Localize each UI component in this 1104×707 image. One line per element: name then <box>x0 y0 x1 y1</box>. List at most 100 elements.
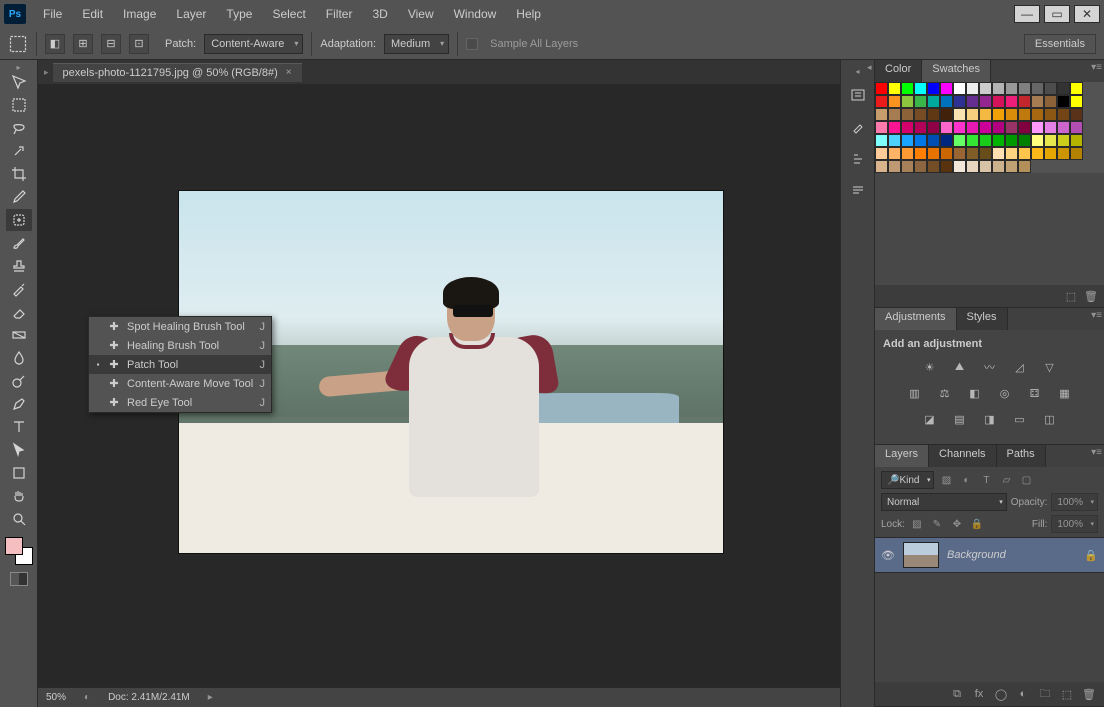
channel-mixer-icon[interactable]: ⚃ <box>1026 384 1044 402</box>
swatch[interactable] <box>966 82 979 95</box>
panel-menu-icon[interactable]: ▾≡ <box>1091 310 1102 321</box>
swatch[interactable] <box>1031 121 1044 134</box>
swatch[interactable] <box>966 147 979 160</box>
subtract-selection-icon[interactable]: ⊟ <box>101 34 121 54</box>
filter-shape-icon[interactable]: ▱ <box>998 472 1014 488</box>
swatch[interactable] <box>914 95 927 108</box>
delete-layer-icon[interactable]: 🗑 <box>1082 687 1096 701</box>
adjustments-tab[interactable]: Adjustments <box>875 308 957 330</box>
swatch[interactable] <box>1031 134 1044 147</box>
opacity-field[interactable]: 100% <box>1051 493 1098 511</box>
photo-filter-icon[interactable]: ◎ <box>996 384 1014 402</box>
workspace-switcher[interactable]: Essentials <box>1024 34 1096 54</box>
visibility-icon[interactable]: 👁 <box>881 549 895 562</box>
mask-icon[interactable]: ◯ <box>994 687 1008 701</box>
path-select-tool[interactable] <box>6 439 32 461</box>
new-layer-icon[interactable]: ⬚ <box>1060 687 1074 701</box>
vibrance-icon[interactable]: ▽ <box>1041 358 1059 376</box>
swatch[interactable] <box>1005 134 1018 147</box>
history-panel-icon[interactable] <box>847 84 869 106</box>
lock-all-icon[interactable]: 🔒 <box>969 516 985 532</box>
lasso-tool[interactable] <box>6 117 32 139</box>
swatch[interactable] <box>979 160 992 173</box>
color-picker[interactable] <box>5 537 33 565</box>
intersect-selection-icon[interactable]: ⊡ <box>129 34 149 54</box>
swatch[interactable] <box>979 147 992 160</box>
swatch[interactable] <box>914 160 927 173</box>
swatch[interactable] <box>940 160 953 173</box>
swatch[interactable] <box>1070 121 1083 134</box>
status-preview-icon[interactable]: ◐ <box>84 692 90 703</box>
swatch[interactable] <box>953 160 966 173</box>
swatch[interactable] <box>992 134 1005 147</box>
swatch[interactable] <box>966 121 979 134</box>
swatch[interactable] <box>1044 108 1057 121</box>
swatch[interactable] <box>1018 134 1031 147</box>
filter-pixel-icon[interactable]: ▧ <box>938 472 954 488</box>
exposure-icon[interactable]: ◿ <box>1011 358 1029 376</box>
swatch[interactable] <box>1005 121 1018 134</box>
selective-color-icon[interactable]: ◫ <box>1041 410 1059 428</box>
swatches-grid[interactable] <box>875 82 1104 173</box>
new-selection-icon[interactable]: ◧ <box>45 34 65 54</box>
swatch[interactable] <box>966 134 979 147</box>
layer-thumbnail[interactable] <box>903 542 939 568</box>
filter-type-icon[interactable]: T <box>978 472 994 488</box>
document-tab[interactable]: pexels-photo-1121795.jpg @ 50% (RGB/8#) … <box>53 63 302 82</box>
quick-select-tool[interactable] <box>6 140 32 162</box>
healing-tool[interactable] <box>6 209 32 231</box>
swatch[interactable] <box>875 160 888 173</box>
fill-field[interactable]: 100% <box>1051 515 1098 533</box>
swatch[interactable] <box>1044 121 1057 134</box>
hand-tool[interactable] <box>6 485 32 507</box>
swatch[interactable] <box>1031 95 1044 108</box>
patch-tool-icon[interactable] <box>8 34 28 54</box>
menu-3d[interactable]: 3D <box>363 3 396 25</box>
adjustment-layer-icon[interactable]: ◐ <box>1016 687 1030 701</box>
color-lookup-icon[interactable]: ▦ <box>1056 384 1074 402</box>
add-selection-icon[interactable]: ⊞ <box>73 34 93 54</box>
swatch[interactable] <box>1057 134 1070 147</box>
swatch[interactable] <box>940 82 953 95</box>
flyout-item[interactable]: ✚Spot Healing Brush ToolJ <box>89 317 271 336</box>
swatch[interactable] <box>875 147 888 160</box>
panel-menu-icon[interactable]: ▾≡ <box>1091 447 1102 458</box>
curves-icon[interactable]: 〰 <box>981 358 999 376</box>
flyout-item[interactable]: ✚Red Eye ToolJ <box>89 393 271 412</box>
layer-row[interactable]: 👁 Background 🔒 <box>875 537 1104 573</box>
swatch[interactable] <box>888 95 901 108</box>
swatch[interactable] <box>953 147 966 160</box>
swatch[interactable] <box>901 121 914 134</box>
move-tool[interactable] <box>6 71 32 93</box>
threshold-icon[interactable]: ◨ <box>981 410 999 428</box>
swatches-tab[interactable]: Swatches <box>922 60 991 82</box>
swatch[interactable] <box>966 160 979 173</box>
swatch[interactable] <box>875 134 888 147</box>
swatch[interactable] <box>927 134 940 147</box>
tab-collapse-icon[interactable]: ▸ <box>44 67 49 78</box>
swatch[interactable] <box>992 95 1005 108</box>
stamp-tool[interactable] <box>6 255 32 277</box>
swatch[interactable] <box>888 82 901 95</box>
swatch[interactable] <box>940 121 953 134</box>
swatch[interactable] <box>940 147 953 160</box>
swatch[interactable] <box>1057 147 1070 160</box>
swatch[interactable] <box>979 108 992 121</box>
swatch[interactable] <box>1044 147 1057 160</box>
eyedropper-tool[interactable] <box>6 186 32 208</box>
marquee-tool[interactable] <box>6 94 32 116</box>
swatch[interactable] <box>940 95 953 108</box>
swatch[interactable] <box>1005 108 1018 121</box>
swatch[interactable] <box>1005 95 1018 108</box>
brightness-icon[interactable]: ☀ <box>921 358 939 376</box>
swatch[interactable] <box>901 147 914 160</box>
zoom-level[interactable]: 50% <box>46 692 66 703</box>
bw-icon[interactable]: ◧ <box>966 384 984 402</box>
paths-tab[interactable]: Paths <box>997 445 1046 467</box>
swatch[interactable] <box>1018 160 1031 173</box>
swatch[interactable] <box>1018 121 1031 134</box>
swatch[interactable] <box>1070 82 1083 95</box>
swatch[interactable] <box>953 134 966 147</box>
patch-mode-dropdown[interactable]: Content-Aware <box>204 34 303 54</box>
swatch[interactable] <box>992 160 1005 173</box>
